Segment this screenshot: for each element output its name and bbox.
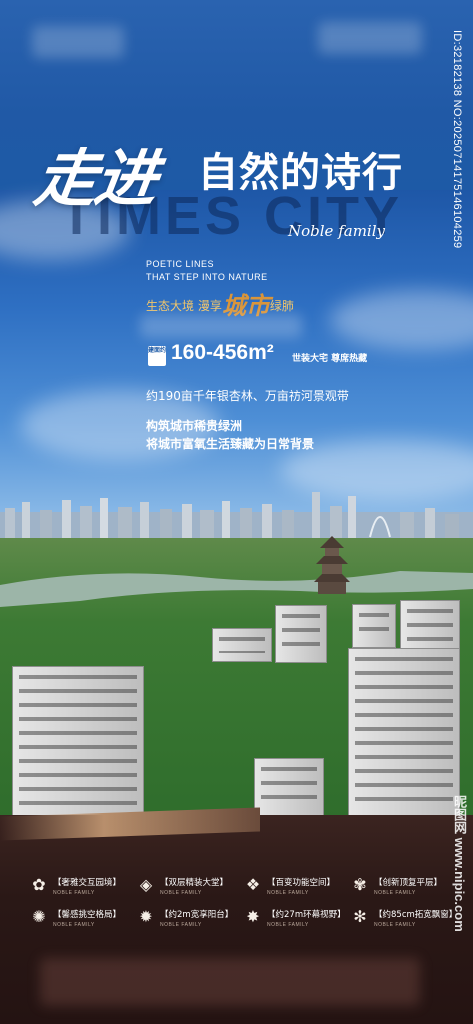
snowflake-icon: ✻	[353, 907, 367, 926]
feature-item: ✸ 【约27m环幕视野】 NOBLE FAMILY	[244, 907, 351, 929]
poetic-line-2: THAT STEP INTO NATURE	[146, 272, 268, 282]
headline-main: 走进	[30, 142, 161, 215]
feature-title: 【百变功能空间】	[267, 878, 336, 888]
feature-title: 【创新顶复平层】	[374, 878, 443, 888]
lotus-icon: ✾	[353, 875, 367, 894]
feature-item: ✿ 【奢雅交互园境】 NOBLE FAMILY	[30, 875, 137, 897]
blurred-logo-left	[32, 26, 124, 58]
area-badge: 建面约	[148, 346, 166, 366]
flower-icon: ✿	[32, 875, 46, 894]
area-subtitle: 世装大宅 尊席热藏	[292, 354, 368, 364]
feature-sub: NOBLE FAMILY	[160, 922, 202, 928]
city-skyline	[0, 492, 473, 542]
poetic-line-1: POETIC LINES	[146, 259, 215, 269]
poetic-text: POETIC LINES THAT STEP INTO NATURE	[146, 258, 268, 284]
feature-title: 【约85cm拓宽飘窗】	[374, 910, 458, 920]
feature-item: ❖ 【百变功能空间】 NOBLE FAMILY	[244, 875, 351, 897]
blurred-contact	[40, 958, 420, 1006]
feature-sub: NOBLE FAMILY	[267, 922, 309, 928]
cloud	[330, 290, 473, 350]
feature-sub: NOBLE FAMILY	[53, 890, 95, 896]
feature-title: 【奢雅交互园境】	[53, 878, 122, 888]
building-foreground-right	[348, 648, 460, 818]
feature-title: 【约2m宽享阳台】	[160, 910, 234, 920]
feature-sub: NOBLE FAMILY	[374, 890, 416, 896]
blurred-logo-right	[318, 22, 422, 54]
star-icon: ✹	[139, 907, 153, 926]
feature-item: ✹ 【约2m宽享阳台】 NOBLE FAMILY	[137, 907, 244, 929]
feature-sub: NOBLE FAMILY	[53, 922, 95, 928]
eco-prefix: 生态大境 漫享	[146, 299, 222, 313]
blurred-text	[140, 314, 302, 338]
feature-title: 【馨感挑空格局】	[53, 910, 122, 920]
copy-line-2: 构筑城市稀贵绿洲	[146, 419, 243, 433]
watermark: 昵图网 www.nipic.com	[452, 795, 467, 932]
building	[212, 628, 272, 662]
poster: TIMES CITY 走进 自然的诗行 Noble family POETIC …	[0, 0, 473, 1024]
sun-icon: ✸	[246, 907, 260, 926]
building-foreground-center	[254, 758, 324, 818]
script-brand: Noble family	[288, 222, 385, 240]
feature-item: ✾ 【创新顶复平层】 NOBLE FAMILY	[351, 875, 458, 897]
feature-item: ✻ 【约85cm拓宽飘窗】 NOBLE FAMILY	[351, 907, 458, 929]
feature-sub: NOBLE FAMILY	[160, 890, 202, 896]
building	[275, 605, 327, 663]
feature-item: ✺ 【馨感挑空格局】 NOBLE FAMILY	[30, 907, 137, 929]
feature-item: ◈ 【双层精装大堂】 NOBLE FAMILY	[137, 875, 244, 897]
eco-suffix: 绿肺	[269, 299, 294, 313]
pinwheel-icon: ❖	[245, 875, 261, 894]
feature-title: 【双层精装大堂】	[160, 878, 229, 888]
image-id: ID:32182138 NO:20250714175146104259	[451, 30, 463, 249]
feature-grid: ✿ 【奢雅交互园境】 NOBLE FAMILY ◈ 【双层精装大堂】 NOBLE F…	[30, 875, 458, 929]
area-range: 160-456m²	[171, 341, 274, 364]
diamond-icon: ◈	[139, 875, 153, 894]
feature-sub: NOBLE FAMILY	[267, 890, 309, 896]
headline-sub: 自然的诗行	[198, 149, 403, 196]
copy-line-1: 约190亩千年银杏林、万亩祊河景观带	[146, 389, 349, 403]
feature-sub: NOBLE FAMILY	[374, 922, 416, 928]
building-foreground-left	[12, 666, 144, 816]
swirl-icon: ✺	[32, 907, 46, 926]
building	[352, 604, 396, 648]
copy-line-3: 将城市富氧生活臻藏为日常背景	[146, 437, 315, 451]
feature-title: 【约27m环幕视野】	[267, 910, 346, 920]
pagoda	[314, 536, 350, 594]
